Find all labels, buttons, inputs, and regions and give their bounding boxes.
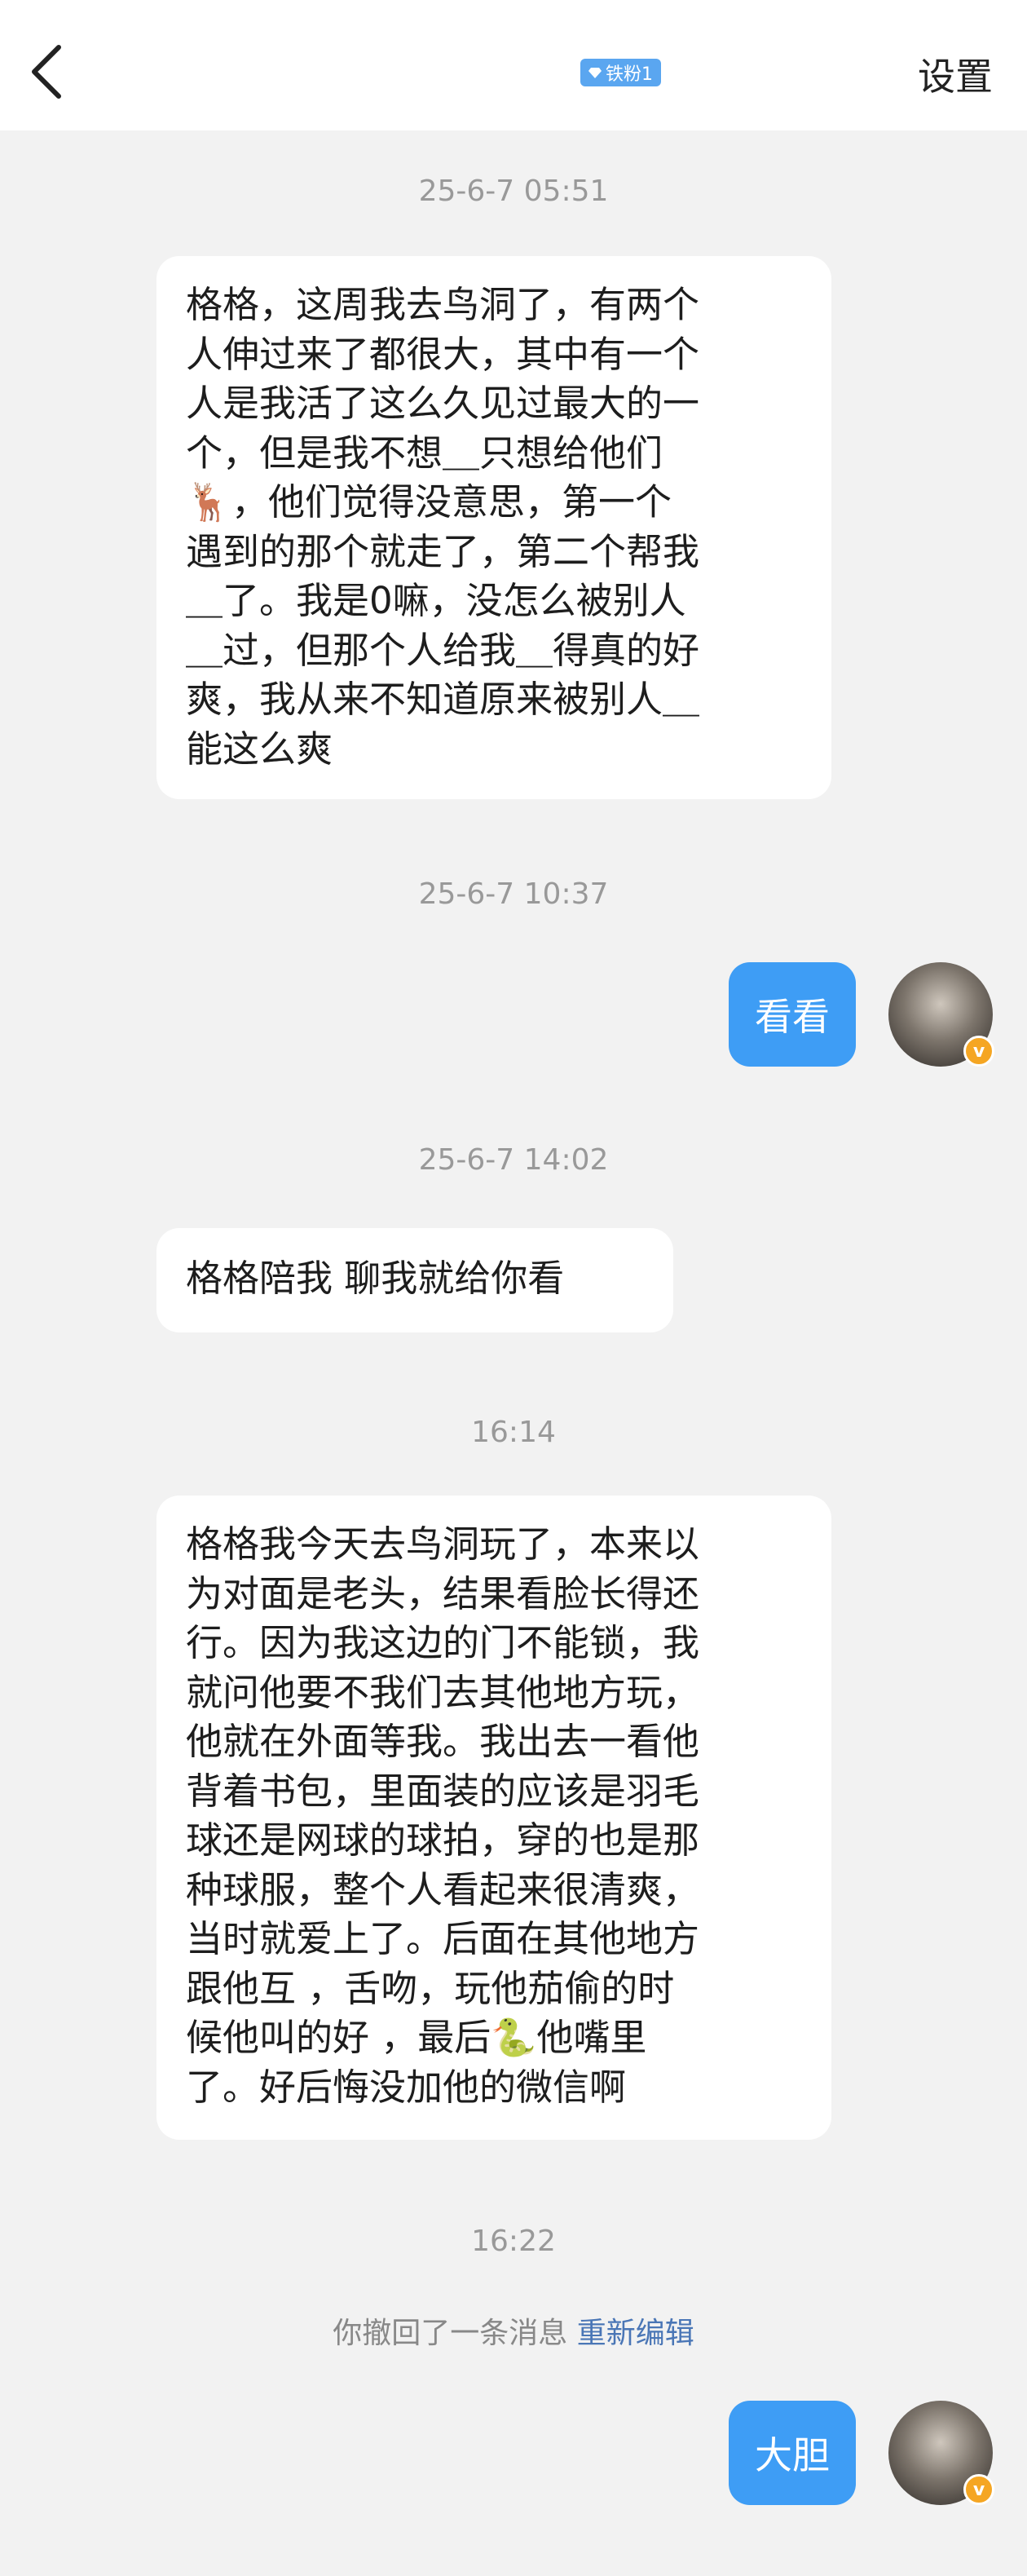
timestamp: 25-6-7 05:51 — [418, 175, 609, 208]
recall-text: 你撤回了一条消息 — [333, 2317, 568, 2350]
message-line: 行。因为我这边的门不能锁，我 — [186, 1621, 700, 1664]
recall-notice: 你撤回了一条消息 重新编辑 — [0, 2309, 1027, 2352]
chevron-left-icon — [32, 45, 61, 99]
settings-button[interactable]: 设置 — [918, 47, 993, 101]
message-line: 🦌，他们觉得没意思，第一个 — [186, 480, 672, 524]
message-line: 能这么爽 — [186, 727, 333, 771]
fan-level-badge: 铁粉1 — [580, 59, 661, 86]
diamond-icon — [588, 68, 602, 78]
avatar[interactable]: v — [888, 962, 994, 1067]
fan-level-label: 铁粉1 — [606, 64, 653, 85]
received-message-bubble[interactable]: 格格陪我 聊我就给你看 — [156, 1228, 673, 1332]
message-line: 了。好后悔没加他的微信啊 — [186, 2065, 627, 2109]
message-text: 看看 — [755, 995, 830, 1039]
verified-v-icon: v — [963, 2474, 994, 2505]
message-line: 人是我活了这么久见过最大的一 — [186, 382, 700, 425]
message-line: 候他叫的好 ，最后🐍他嘴里 — [186, 2016, 647, 2059]
message-line: 他就在外面等我。我出去一看他 — [186, 1720, 700, 1763]
message-line: 为对面是老头，结果看脸长得还 — [186, 1571, 700, 1615]
sent-message-bubble[interactable]: 看看 — [729, 962, 856, 1067]
message-line: ＿了。我是0嘛，没怎么被别人 — [186, 579, 686, 622]
message-line: 跟他互 ，舌吻，玩他茄偷的时 — [186, 1966, 675, 2010]
message-text: 大胆 — [755, 2433, 830, 2477]
timestamp: 16:22 — [471, 2225, 556, 2258]
message-line: 种球服，整个人看起来很清爽， — [186, 1867, 700, 1911]
message-line: 格格，这周我去鸟洞了，有两个 — [186, 283, 700, 326]
verified-v-icon: v — [963, 1036, 994, 1067]
message-line: 人伸过来了都很大，其中有一个 — [186, 332, 700, 376]
message-line: 球还是网球的球拍，穿的也是那 — [186, 1818, 700, 1862]
message-line: 背着书包，里面装的应该是羽毛 — [186, 1769, 700, 1813]
message-line: ＿过，但那个人给我＿得真的好 — [186, 628, 700, 672]
message-line: 个，但是我不想＿只想给他们 — [186, 431, 663, 475]
message-text: 格格我今天去鸟洞玩了，本来以 为对面是老头，结果看脸长得还 行。因为我这边的门不… — [186, 1520, 802, 2112]
timestamp: 25-6-7 10:37 — [418, 877, 609, 911]
message-line: 遇到的那个就走了，第二个帮我 — [186, 529, 700, 573]
message-text: 格格陪我 聊我就给你看 — [186, 1257, 565, 1300]
timestamp: 16:14 — [471, 1416, 556, 1449]
timestamp: 25-6-7 14:02 — [418, 1143, 609, 1177]
message-line: 格格我今天去鸟洞玩了，本来以 — [186, 1522, 700, 1566]
received-message-bubble[interactable]: 格格我今天去鸟洞玩了，本来以 为对面是老头，结果看脸长得还 行。因为我这边的门不… — [156, 1496, 831, 2140]
reedit-link[interactable]: 重新编辑 — [577, 2317, 694, 2350]
message-line: 爽，我从来不知道原来被别人＿ — [186, 678, 700, 721]
message-line: 就问他要不我们去其他地方玩， — [186, 1670, 700, 1714]
message-text: 格格，这周我去鸟洞了，有两个 人伸过来了都很大，其中有一个 人是我活了这么久见过… — [186, 281, 802, 774]
sent-message-bubble[interactable]: 大胆 — [729, 2401, 856, 2505]
message-line: 当时就爱上了。后面在其他地方 — [186, 1917, 700, 1960]
top-bar: 铁粉1 设置 — [0, 0, 1027, 130]
received-message-bubble[interactable]: 格格，这周我去鸟洞了，有两个 人伸过来了都很大，其中有一个 人是我活了这么久见过… — [156, 256, 831, 799]
avatar[interactable]: v — [888, 2401, 994, 2505]
back-button[interactable] — [28, 42, 73, 101]
